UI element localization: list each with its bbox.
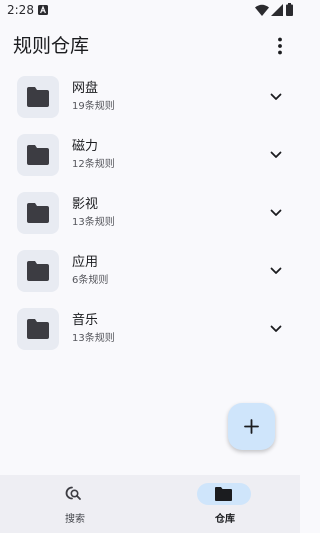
folder-icon	[27, 203, 49, 223]
page-title: 规则仓库	[13, 35, 90, 57]
add-button[interactable]	[228, 403, 275, 450]
folder-rule-count: 13条规则	[72, 217, 115, 228]
folder-rule-count: 19条规则	[72, 101, 115, 112]
folder-item-video[interactable]: 影视 13条规则	[0, 186, 300, 238]
chevron-down-icon[interactable]	[269, 148, 283, 162]
wifi-icon	[255, 4, 269, 16]
status-bar: 2:28	[0, 0, 300, 22]
search-icon	[65, 486, 81, 500]
battery-icon	[286, 3, 293, 16]
folder-thumbnail	[17, 76, 59, 118]
app-bar: 规则仓库	[0, 22, 300, 70]
folder-item-music[interactable]: 音乐 13条规则	[0, 302, 300, 354]
signal-icon	[271, 4, 283, 16]
folder-icon	[27, 261, 49, 281]
chevron-down-icon[interactable]	[269, 264, 283, 278]
folder-name: 网盘	[72, 81, 99, 96]
nav-item-repository[interactable]: 仓库	[150, 475, 300, 533]
chevron-down-icon[interactable]	[269, 90, 283, 104]
folder-rule-count: 12条规则	[72, 159, 115, 170]
folder-name: 影视	[72, 197, 99, 212]
folder-icon	[27, 87, 49, 107]
chevron-down-icon[interactable]	[269, 322, 283, 336]
folder-icon	[27, 145, 49, 165]
folder-name: 应用	[72, 255, 99, 270]
folder-item-netdisk[interactable]: 网盘 19条规则	[0, 70, 300, 122]
folder-thumbnail	[17, 134, 59, 176]
folder-name: 磁力	[72, 139, 99, 154]
status-time: 2:28	[7, 3, 34, 17]
a-icon	[38, 5, 48, 15]
folder-rule-count: 13条规则	[72, 333, 115, 344]
folder-rule-count: 6条规则	[72, 275, 109, 286]
folder-thumbnail	[17, 250, 59, 292]
nav-item-search[interactable]: 搜索	[0, 475, 150, 533]
folder-thumbnail	[17, 308, 59, 350]
add-icon	[244, 419, 259, 434]
nav-label-search: 搜索	[65, 514, 85, 525]
folder-item-magnet[interactable]: 磁力 12条规则	[0, 128, 300, 180]
folder-item-apps[interactable]: 应用 6条规则	[0, 244, 300, 296]
folder-name: 音乐	[72, 313, 99, 328]
chevron-down-icon[interactable]	[269, 206, 283, 220]
folder-icon	[27, 319, 49, 339]
folder-thumbnail	[17, 192, 59, 234]
more-vert-icon[interactable]	[268, 34, 292, 58]
folder-icon	[215, 487, 232, 501]
nav-label-repository: 仓库	[215, 514, 235, 525]
bottom-navigation: 搜索 仓库	[0, 475, 300, 533]
